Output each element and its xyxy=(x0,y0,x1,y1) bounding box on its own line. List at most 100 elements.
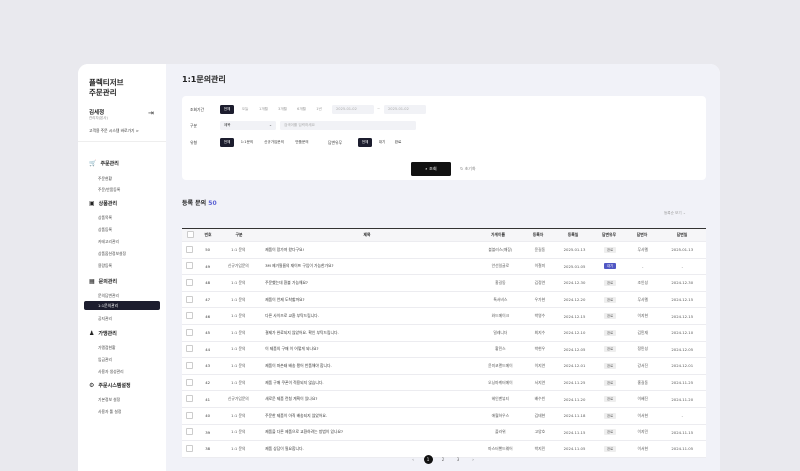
cell-title[interactable]: 결제가 완료되지 않았어요. 확인 부탁드립니다. xyxy=(259,330,477,336)
table-row[interactable]: 44 1:1 문의 이 제품의 구매 이 어떻게 되나요? 황민스 박현우 2024.12… xyxy=(182,342,706,359)
next-page-icon[interactable]: › xyxy=(469,455,478,464)
cell-title[interactable]: 제품이 망가져 왔다구요! xyxy=(259,247,477,253)
cell-type: 1:1 문의 xyxy=(231,429,246,435)
sidebar-item-inquiry-answers[interactable]: 문의답변관리 xyxy=(98,293,119,299)
cell-title[interactable]: 새로운 제품 런칭 계획이 있나요? xyxy=(259,396,477,402)
row-checkbox[interactable] xyxy=(186,278,194,286)
table-row[interactable]: 40 1:1 문의 주문한 제품이 아직 배송되지 않았어요. 애월하우스 김태현 202… xyxy=(182,408,706,425)
row-checkbox[interactable] xyxy=(186,312,194,320)
status-badge: 완료 xyxy=(604,429,617,436)
date-from-input[interactable]: 2025-01-02 xyxy=(332,105,374,114)
period-chip-1y[interactable]: 1년 xyxy=(313,105,325,114)
answer-chip-waiting[interactable]: 대기 xyxy=(376,138,388,147)
page-2[interactable]: 2 xyxy=(439,455,448,464)
row-checkbox[interactable] xyxy=(186,444,194,452)
select-all-checkbox[interactable] xyxy=(186,231,194,238)
period-chip-3m[interactable]: 3개월 xyxy=(275,105,290,114)
row-checkbox[interactable] xyxy=(186,395,194,403)
nav-group-system[interactable]: ⚙ 주문시스템설정 xyxy=(89,382,131,389)
table-row[interactable]: 48 1:1 문의 주문했는데 환불 가능해요? 홍길동 김정연 2024.12.30 완료… xyxy=(182,275,706,292)
sidebar-item-product-register[interactable]: 상품등록 xyxy=(98,227,112,233)
sidebar-item-category[interactable]: 카테고리관리 xyxy=(98,239,119,245)
cell-title[interactable]: 제품이 파손돼 배송 됐어 반품해야 합니다. xyxy=(259,363,477,369)
row-checkbox[interactable] xyxy=(186,378,194,386)
prev-page-icon[interactable]: ‹ xyxy=(409,455,418,464)
table-row[interactable]: 46 1:1 문의 다른 사이즈로 교환 부탁드립니다. 와드메이크 박영수 2024.1… xyxy=(182,308,706,325)
table-row[interactable]: 50 1:1 문의 제품이 망가져 왔다구요! 블블러스(매장) 윤길동 2025.01.… xyxy=(182,242,706,259)
table-row[interactable]: 45 1:1 문의 결제가 완료되지 않았어요. 확인 부탁드립니다. 밀레니더 최지수… xyxy=(182,325,706,342)
sidebar-item-notices[interactable]: 공지관리 xyxy=(98,316,112,322)
cell-title[interactable]: 주문했는데 환불 가능해요? xyxy=(259,280,477,286)
page-title: 1:1문의관리 xyxy=(182,75,226,84)
nav-group-orders[interactable]: 🛒 주문관리 xyxy=(89,160,119,167)
sidebar-item-user-tool[interactable]: 사용자 툴 설정 xyxy=(98,409,121,415)
nav-group-products[interactable]: ▣ 상품관리 xyxy=(89,200,117,207)
row-checkbox[interactable] xyxy=(186,411,194,419)
cell-date: 2024.11.25 xyxy=(563,380,586,386)
table-row[interactable]: 41 신규가입문의 새로운 제품 런칭 계획이 있나요? 헤인맨뷰티 배수빈 2024.1… xyxy=(182,391,706,408)
cell-title[interactable]: 다른 사이즈로 교환 부탁드립니다. xyxy=(259,313,477,319)
kind-chip-return[interactable]: 반품문의 xyxy=(292,138,312,147)
reset-button[interactable]: ↻ 초기화 xyxy=(460,162,476,176)
row-checkbox[interactable] xyxy=(186,262,194,270)
kind-chip-1to1[interactable]: 1:1문의 xyxy=(238,138,256,147)
sort-dropdown[interactable]: 등록순 보기 ⌄ xyxy=(664,211,686,216)
search-input[interactable]: 검색어를 입력하세요 xyxy=(280,121,416,130)
sidebar-item-option-settings[interactable]: 상품옵션정보설정 xyxy=(98,251,126,257)
customer-site-link[interactable]: 고객용 주문 시스템 바로가기 > xyxy=(89,128,139,134)
table-row[interactable]: 43 1:1 문의 제품이 파손돼 배송 됐어 반품해야 합니다. 윤미코랜드메이 이지… xyxy=(182,358,706,375)
cell-writer: 이철미 xyxy=(534,263,546,269)
row-checkbox[interactable] xyxy=(186,428,194,436)
sidebar-item-capacity[interactable]: 용량등록 xyxy=(98,263,112,269)
cell-title[interactable]: 제품 구매 쿠폰이 적용되지 않습니다. xyxy=(259,380,477,386)
sidebar-item-order-status[interactable]: 주문현황 xyxy=(98,176,112,182)
period-chip-today[interactable]: 오늘 xyxy=(238,105,252,114)
cell-replier: 이지민 xyxy=(637,429,648,435)
search-button[interactable]: ⌕ 조회 xyxy=(411,162,451,176)
period-chip-all[interactable]: 전체 xyxy=(220,105,234,114)
logout-icon[interactable]: ⇥ xyxy=(148,109,154,117)
row-checkbox[interactable] xyxy=(186,345,194,353)
row-checkbox[interactable] xyxy=(186,328,194,336)
cell-shop: 안선일글로 xyxy=(491,263,510,269)
sidebar-item-franchise-status[interactable]: 가맹점현황 xyxy=(98,345,115,351)
cell-title[interactable]: 주문한 제품이 아직 배송되지 않았어요. xyxy=(259,413,477,419)
sidebar-item-deposits[interactable]: 입금관리 xyxy=(98,357,112,363)
cell-date: 2024.11.18 xyxy=(563,413,586,419)
reset-button-label: 초기화 xyxy=(464,166,476,171)
row-checkbox[interactable] xyxy=(186,295,194,303)
row-checkbox[interactable] xyxy=(186,361,194,369)
cell-status: 완료 xyxy=(593,396,627,403)
answer-chip-done[interactable]: 완료 xyxy=(392,138,404,147)
row-checkbox-cell xyxy=(182,361,198,370)
period-chip-6m[interactable]: 6개월 xyxy=(294,105,309,114)
table-row[interactable]: 39 1:1 문의 제품을 다른 제품으로 교환하려는 방법이 있나요? 플라위 고양호… xyxy=(182,425,706,442)
sidebar-item-user-create[interactable]: 사용자 생성관리 xyxy=(98,369,124,375)
grid-icon: ▦ xyxy=(89,278,95,285)
sidebar-item-product-list[interactable]: 상품목록 xyxy=(98,215,112,221)
table-row[interactable]: 47 1:1 문의 제품이 언제 도착할까요? 톡서비스 우가현 2024.12.20 완료… xyxy=(182,292,706,309)
type-select[interactable]: 제목 ⌄ xyxy=(220,121,276,130)
sidebar-item-order-register[interactable]: 주문/반품등록 xyxy=(98,187,120,193)
sidebar-item-basic-settings[interactable]: 기본정보 설정 xyxy=(98,397,120,403)
table-row[interactable]: 49 신규가입문의 3M 제거필름의 재이프 구입이 가능한가요? 안선일글로 이철미 2… xyxy=(182,259,706,276)
page-1[interactable]: 1 xyxy=(423,455,433,464)
cell-title[interactable]: 제품이 언제 도착할까요? xyxy=(259,297,477,303)
kind-chip-all[interactable]: 전체 xyxy=(220,138,234,147)
answer-chip-all[interactable]: 전체 xyxy=(358,138,372,147)
table-row[interactable]: 42 1:1 문의 제품 구매 쿠폰이 적용되지 않습니다. 오닝마케터메이 서지연 20… xyxy=(182,375,706,392)
page-3[interactable]: 3 xyxy=(454,455,463,464)
cell-title[interactable]: 3M 제거필름의 재이프 구입이 가능한가요? xyxy=(259,263,477,269)
nav-group-franchise[interactable]: ♟ 가맹관리 xyxy=(89,330,117,337)
date-to-input[interactable]: 2025-01-02 xyxy=(384,105,426,114)
cell-title[interactable]: 이 제품의 구매 이 어떻게 되나요? xyxy=(259,346,477,352)
nav-group-inquiries[interactable]: ▦ 문의관리 xyxy=(89,278,117,285)
kind-chip-signup[interactable]: 신규가입문의 xyxy=(260,138,288,147)
cell-title[interactable]: 제품을 다른 제품으로 교환하려는 방법이 있나요? xyxy=(259,429,477,435)
cell-writer: 배수빈 xyxy=(534,396,546,402)
cell-no: 49 xyxy=(205,263,211,269)
cell-title[interactable]: 제품 상담이 필요합니다. xyxy=(259,446,477,452)
period-chip-1m[interactable]: 1개월 xyxy=(256,105,271,114)
sidebar-item-1to1-inquiry[interactable]: 1:1문의관리 xyxy=(84,301,160,310)
row-checkbox[interactable] xyxy=(186,245,194,253)
